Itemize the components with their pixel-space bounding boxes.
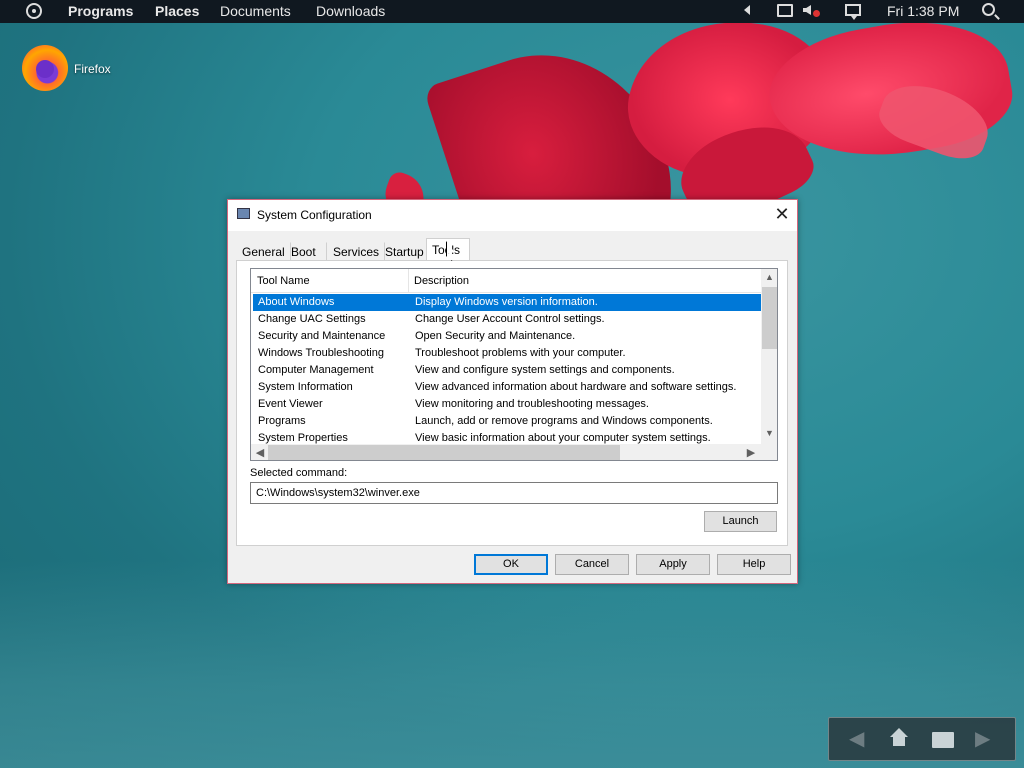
left-arrow-icon[interactable] (744, 5, 750, 15)
launch-button[interactable]: Launch (704, 511, 777, 532)
selected-command-field[interactable] (250, 482, 778, 504)
apply-button[interactable]: Apply (636, 554, 710, 575)
tool-description: View advanced information about hardware… (415, 381, 737, 393)
menu-downloads[interactable]: Downloads (316, 3, 385, 19)
scroll-up-icon[interactable]: ▲ (765, 273, 774, 282)
dock: ◀ ▶ (828, 717, 1016, 761)
tool-description: Launch, add or remove programs and Windo… (415, 415, 713, 427)
list-row[interactable]: Change UAC Settings Change User Account C… (253, 311, 761, 328)
circle-menu-icon[interactable] (26, 3, 42, 19)
tool-name: Event Viewer (258, 398, 323, 410)
list-row[interactable]: Windows Troubleshooting Troubleshoot prob… (253, 345, 761, 362)
scroll-left-icon[interactable]: ◀ (254, 446, 266, 459)
notification-icon[interactable] (845, 4, 861, 20)
desktop-icon-label: Firefox (74, 62, 111, 76)
tool-name: Security and Maintenance (258, 330, 386, 342)
clock[interactable]: Fri 1:38 PM (887, 3, 959, 19)
list-rows: About Windows Display Windows version inf… (253, 294, 761, 447)
dialog-titlebar[interactable]: System Configuration ✕ (228, 200, 797, 231)
scroll-down-icon[interactable]: ▼ (765, 429, 774, 438)
folder-icon[interactable] (932, 732, 954, 748)
tool-description: Troubleshoot problems with your computer… (415, 347, 626, 359)
tool-description: Display Windows version information. (415, 296, 598, 308)
tab-general[interactable]: General (236, 242, 291, 261)
tools-list[interactable]: Tool Name Description About Windows Displ… (250, 268, 778, 461)
column-description[interactable]: Description (414, 275, 469, 287)
tool-name: Windows Troubleshooting (258, 347, 384, 359)
volume-muted-icon (813, 10, 820, 17)
home-icon[interactable] (889, 728, 909, 748)
tab-startup[interactable]: Startup (379, 242, 430, 261)
tool-name: Change UAC Settings (258, 313, 366, 325)
list-row[interactable]: Security and Maintenance Open Security an… (253, 328, 761, 345)
dialog-title: System Configuration (257, 208, 372, 222)
tool-name: Computer Management (258, 364, 374, 376)
tab-boot[interactable]: Boot (285, 242, 327, 261)
list-row[interactable]: About Windows Display Windows version inf… (253, 294, 761, 311)
horizontal-scrollbar[interactable]: ◀ ▶ (251, 444, 777, 460)
horizontal-scroll-thumb[interactable] (268, 445, 620, 460)
close-button[interactable]: ✕ (768, 204, 796, 226)
cancel-button[interactable]: Cancel (555, 554, 629, 575)
vertical-scroll-thumb[interactable] (762, 287, 777, 349)
top-panel: Programs Places Documents Downloads Fri … (0, 0, 1024, 23)
tool-description: View monitoring and troubleshooting mess… (415, 398, 649, 410)
tab-services[interactable]: Services (327, 242, 386, 261)
tool-name: Programs (258, 415, 306, 427)
scroll-right-icon[interactable]: ▶ (745, 446, 757, 459)
firefox-icon[interactable] (22, 45, 68, 91)
network-icon[interactable] (777, 4, 793, 17)
menu-programs[interactable]: Programs (68, 3, 133, 19)
tool-name: About Windows (258, 296, 335, 308)
menu-documents[interactable]: Documents (220, 3, 291, 19)
list-row[interactable]: Event Viewer View monitoring and troubles… (253, 396, 761, 413)
list-row[interactable]: System Information View advanced informat… (253, 379, 761, 396)
list-row[interactable]: Computer Management View and configure sy… (253, 362, 761, 379)
tool-description: Change User Account Control settings. (415, 313, 605, 325)
tool-description: View and configure system settings and c… (415, 364, 675, 376)
desktop-icon-firefox[interactable]: Firefox (22, 45, 112, 95)
forward-arrow-icon[interactable]: ▶ (975, 728, 990, 750)
vertical-scrollbar[interactable]: ▲ ▼ (761, 269, 777, 444)
tool-description: Open Security and Maintenance. (415, 330, 576, 342)
tool-name: System Information (258, 381, 353, 393)
list-row[interactable]: Programs Launch, add or remove programs a… (253, 413, 761, 430)
msconfig-icon (237, 208, 250, 219)
column-separator[interactable] (408, 269, 409, 293)
list-header: Tool Name Description (251, 269, 761, 293)
help-button[interactable]: Help (717, 554, 791, 575)
system-configuration-dialog: System Configuration ✕ General Boot Serv… (227, 199, 798, 584)
tools-panel: Tool Name Description About Windows Displ… (236, 260, 788, 546)
selected-command-label: Selected command: (250, 467, 348, 479)
menu-places[interactable]: Places (155, 3, 199, 19)
column-tool-name[interactable]: Tool Name (257, 275, 310, 287)
volume-icon[interactable] (803, 5, 811, 15)
ok-button[interactable]: OK (474, 554, 548, 575)
back-arrow-icon[interactable]: ◀ (849, 728, 864, 750)
search-icon[interactable] (982, 3, 995, 16)
